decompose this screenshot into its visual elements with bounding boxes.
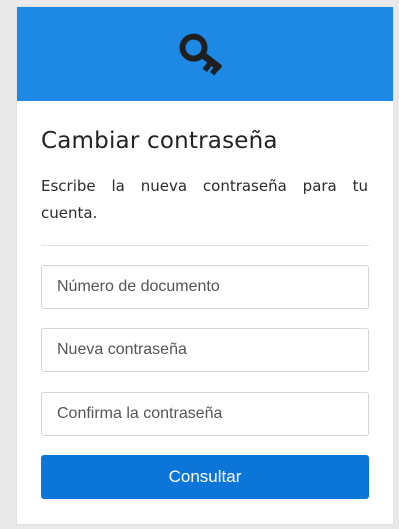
document-number-input[interactable]: [41, 265, 369, 309]
page-subtitle: Escribe la nueva contraseña para tu cuen…: [41, 177, 368, 222]
page-title: Cambiar contraseña: [41, 128, 278, 154]
divider: [41, 245, 369, 246]
new-password-input[interactable]: [41, 328, 369, 372]
submit-button[interactable]: Consultar: [41, 455, 369, 499]
confirm-password-input[interactable]: [41, 392, 369, 436]
card-header: [17, 7, 393, 101]
change-password-card: Cambiar contraseña Escribe la nueva cont…: [17, 7, 393, 524]
key-icon: [179, 33, 222, 76]
